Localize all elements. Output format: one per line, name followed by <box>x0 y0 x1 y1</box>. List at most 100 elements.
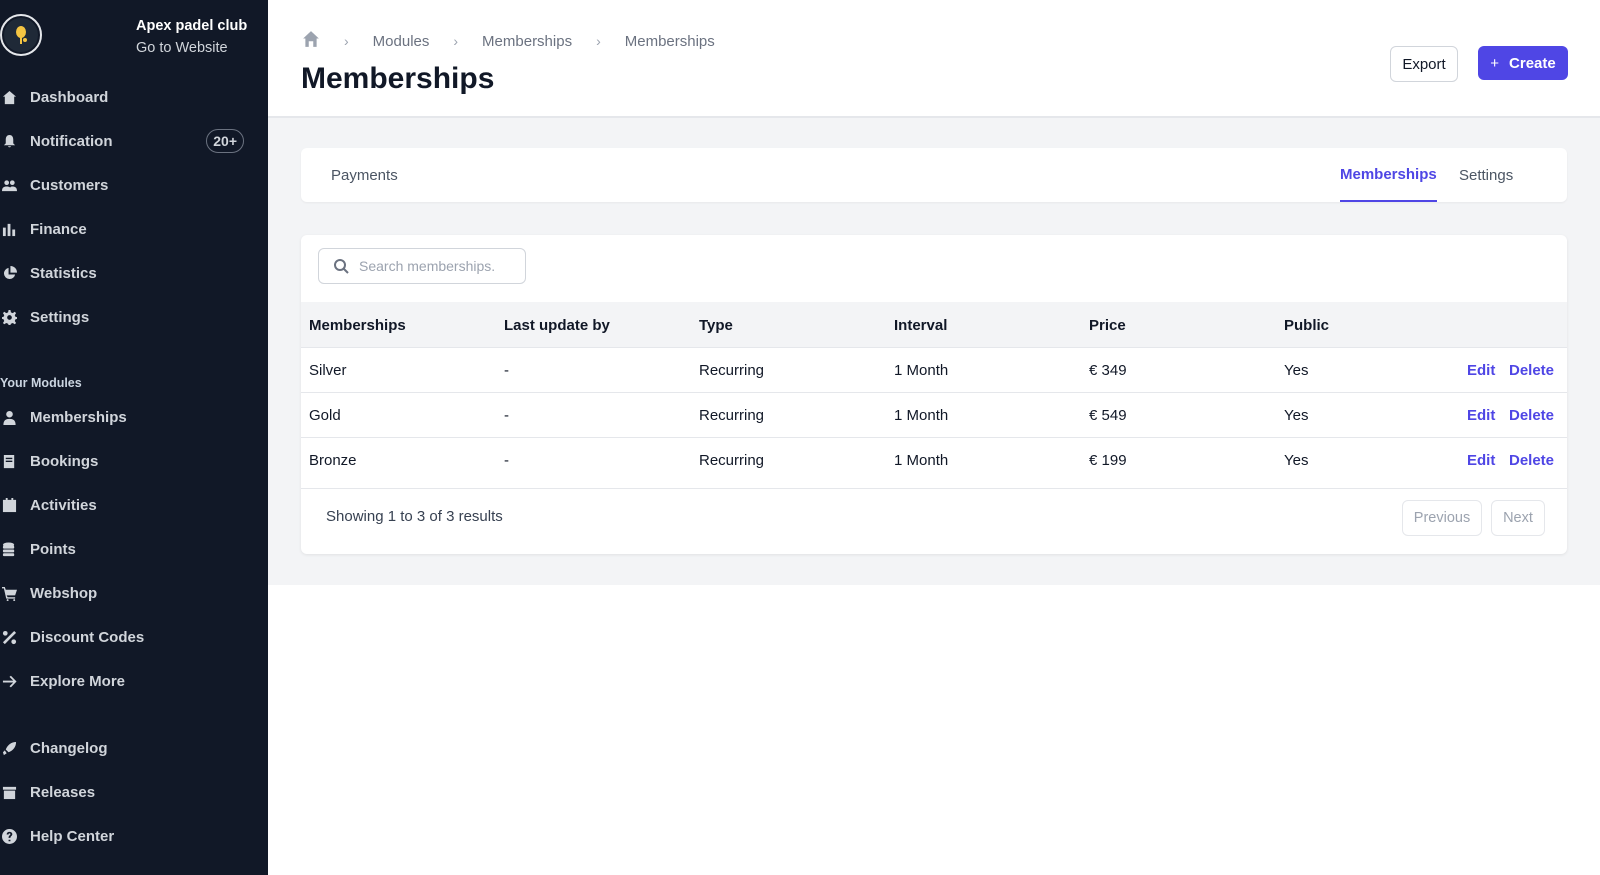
club-name: Apex padel club <box>136 18 248 34</box>
cell-public: Yes <box>1284 407 1309 424</box>
help-icon <box>0 827 18 845</box>
brand: Apex padel club Go to Website <box>0 14 268 56</box>
breadcrumb-item[interactable]: Memberships <box>482 33 572 50</box>
sidebar-item-finance[interactable]: Finance <box>0 215 268 243</box>
calendar-icon <box>0 496 18 514</box>
search-icon <box>334 259 349 274</box>
sidebar-item-bookings[interactable]: Bookings <box>0 447 268 475</box>
sidebar-item-webshop[interactable]: Webshop <box>0 579 268 607</box>
sidebar-item-label: Bookings <box>30 452 99 470</box>
table-row: Gold - Recurring 1 Month € 549 Yes Edit … <box>301 393 1567 438</box>
delete-link[interactable]: Delete <box>1509 348 1554 393</box>
edit-link[interactable]: Edit <box>1467 393 1495 438</box>
chevron-right-icon: › <box>453 33 459 49</box>
sidebar-item-label: Settings <box>30 308 90 326</box>
table-row: Bronze - Recurring 1 Month € 199 Yes Edi… <box>301 438 1567 483</box>
notification-badge: 20+ <box>206 129 244 153</box>
sidebar-item-releases[interactable]: Releases <box>0 778 268 806</box>
next-button[interactable]: Next <box>1491 500 1545 536</box>
sidebar-item-points[interactable]: Points <box>0 535 268 563</box>
padel-racket-icon[interactable] <box>0 14 42 56</box>
sidebar-item-memberships[interactable]: Memberships <box>0 403 268 431</box>
modules-section-title: Your Modules <box>0 376 82 390</box>
column-header[interactable]: Type <box>699 302 733 348</box>
cell-updated-by: - <box>504 407 509 424</box>
column-header[interactable]: Interval <box>894 302 947 348</box>
sidebar-item-label: Discount Codes <box>30 628 145 646</box>
cell-name: Gold <box>309 407 341 424</box>
delete-link[interactable]: Delete <box>1509 393 1554 438</box>
column-header[interactable]: Memberships <box>309 302 406 348</box>
cell-interval: 1 Month <box>894 452 949 469</box>
tab-memberships[interactable]: Memberships <box>1340 148 1437 202</box>
sidebar-item-statistics[interactable]: Statistics <box>0 259 268 287</box>
sidebar-item-label: Dashboard <box>30 88 109 106</box>
page-header: › Modules › Memberships › Memberships Me… <box>268 0 1600 118</box>
sidebar-item-label: Explore More <box>30 672 126 690</box>
cell-price: € 199 <box>1089 452 1127 469</box>
table-row: Silver - Recurring 1 Month € 349 Yes Edi… <box>301 348 1567 393</box>
previous-button[interactable]: Previous <box>1402 500 1482 536</box>
tab-payments[interactable]: Payments <box>331 148 398 202</box>
export-button[interactable]: Export <box>1390 46 1458 82</box>
divider <box>301 488 1567 489</box>
sidebar-item-activities[interactable]: Activities <box>0 491 268 519</box>
create-button-label: Create <box>1509 54 1556 72</box>
cell-type: Recurring <box>699 452 765 469</box>
cell-public: Yes <box>1284 362 1309 379</box>
cell-type: Recurring <box>699 407 765 424</box>
cell-price: € 349 <box>1089 362 1127 379</box>
gear-icon <box>0 308 18 326</box>
cell-name: Bronze <box>309 452 357 469</box>
search-box <box>318 248 526 284</box>
users-icon <box>0 176 18 194</box>
sidebar-item-label: Points <box>30 540 76 558</box>
sidebar-item-label: Releases <box>30 783 96 801</box>
sidebar-item-notification[interactable]: Notification 20+ <box>0 127 268 155</box>
go-to-website-link[interactable]: Go to Website <box>136 38 247 58</box>
sidebar-item-label: Memberships <box>30 408 127 426</box>
user-icon <box>0 408 18 426</box>
sidebar-item-dashboard[interactable]: Dashboard <box>0 83 268 111</box>
column-header[interactable]: Last update by <box>504 302 610 348</box>
sidebar-item-label: Changelog <box>30 739 108 757</box>
chevron-right-icon: › <box>596 33 601 49</box>
breadcrumb-item[interactable]: Memberships <box>625 33 715 50</box>
home-icon[interactable] <box>302 30 320 52</box>
create-button[interactable]: + Create <box>1478 46 1568 80</box>
cell-updated-by: - <box>504 452 509 469</box>
sidebar-item-label: Webshop <box>30 584 98 602</box>
edit-link[interactable]: Edit <box>1467 438 1495 483</box>
edit-link[interactable]: Edit <box>1467 348 1495 393</box>
percent-icon <box>0 628 18 646</box>
sidebar-item-label: Help Center <box>30 827 115 845</box>
column-header[interactable]: Price <box>1089 302 1126 348</box>
cell-name: Silver <box>309 362 347 379</box>
breadcrumb-item[interactable]: Modules <box>373 33 430 50</box>
column-header[interactable]: Public <box>1284 302 1329 348</box>
sidebar-item-label: Activities <box>30 496 97 514</box>
sidebar-item-customers[interactable]: Customers <box>0 171 268 199</box>
cell-type: Recurring <box>699 362 765 379</box>
cell-interval: 1 Month <box>894 407 949 424</box>
delete-link[interactable]: Delete <box>1509 438 1554 483</box>
sidebar-item-label: Finance <box>30 220 87 238</box>
cart-icon <box>0 584 18 602</box>
sidebar-item-settings[interactable]: Settings <box>0 303 268 331</box>
coins-icon <box>0 540 18 558</box>
sidebar-item-discount-codes[interactable]: Discount Codes <box>0 623 268 651</box>
breadcrumb: › Modules › Memberships › Memberships <box>302 30 715 52</box>
sidebar-item-label: Statistics <box>30 264 97 282</box>
sidebar-item-explore-more[interactable]: Explore More <box>0 667 268 695</box>
memberships-table-card: Memberships Last update by Type Interval… <box>301 235 1567 554</box>
page-title: Memberships <box>301 62 495 95</box>
cell-public: Yes <box>1284 452 1309 469</box>
search-input[interactable] <box>359 258 519 274</box>
arrow-right-icon <box>0 672 18 690</box>
sidebar-item-changelog[interactable]: Changelog <box>0 734 268 762</box>
sidebar-item-help-center[interactable]: Help Center <box>0 822 268 850</box>
sidebar-item-label: Notification <box>30 132 113 150</box>
bar-chart-icon <box>0 220 18 238</box>
results-summary: Showing 1 to 3 of 3 results <box>326 508 503 525</box>
tab-settings[interactable]: Settings <box>1459 148 1513 202</box>
